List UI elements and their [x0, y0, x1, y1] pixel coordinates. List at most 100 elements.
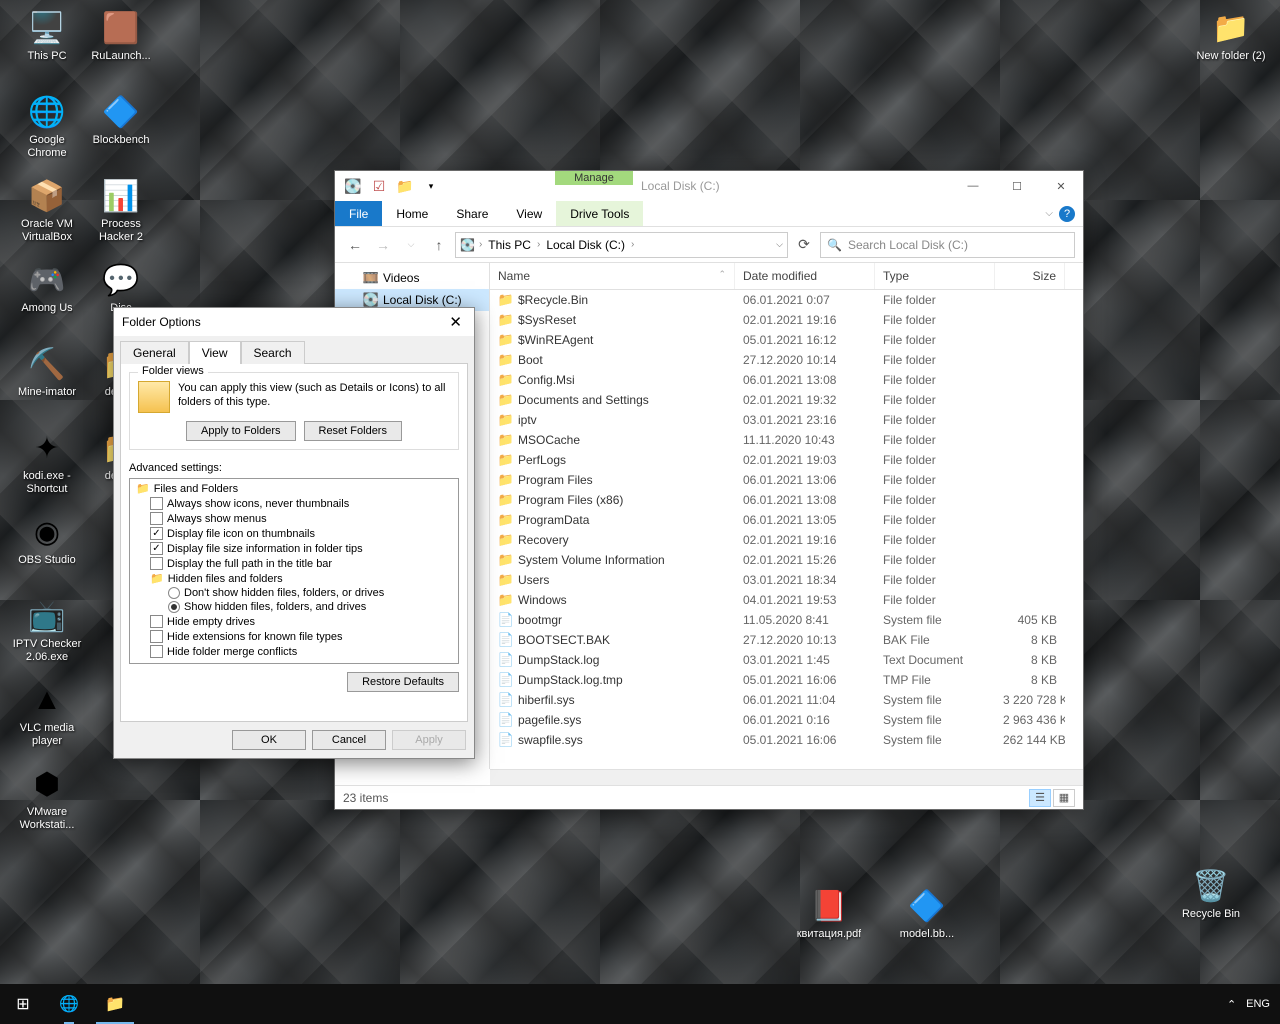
tree-item[interactable]: ✓Display file icon on thumbnails — [132, 526, 456, 541]
chevron-right-icon[interactable]: › — [537, 239, 540, 250]
file-row[interactable]: 📄bootmgr 11.05.2020 8:41 System file 405… — [490, 610, 1083, 630]
recycle-bin[interactable]: 🗑️ Recycle Bin — [1176, 860, 1246, 940]
checkbox[interactable] — [150, 497, 163, 510]
checkbox[interactable] — [150, 512, 163, 525]
file-row[interactable]: 📁Documents and Settings 02.01.2021 19:32… — [490, 390, 1083, 410]
file-row[interactable]: 📄DumpStack.log 03.01.2021 1:45 Text Docu… — [490, 650, 1083, 670]
desktop-icon[interactable]: 📦Oracle VM VirtualBox — [12, 170, 82, 250]
file-row[interactable]: 📄pagefile.sys 06.01.2021 0:16 System fil… — [490, 710, 1083, 730]
file-row[interactable]: 📄hiberfil.sys 06.01.2021 11:04 System fi… — [490, 690, 1083, 710]
nav-videos[interactable]: 🎞️Videos — [335, 267, 489, 289]
apply-button[interactable]: Apply — [392, 730, 466, 750]
close-icon[interactable]: ✕ — [445, 313, 466, 331]
checkbox[interactable] — [150, 645, 163, 658]
refresh-button[interactable]: ⟳ — [792, 233, 816, 257]
properties-icon[interactable]: ☑ — [369, 176, 389, 196]
qat-dropdown-icon[interactable]: ▾ — [421, 176, 441, 196]
checkbox[interactable]: ✓ — [150, 527, 163, 540]
col-type[interactable]: Type — [875, 263, 995, 289]
desktop-icon[interactable]: 📕квитация.pdf — [794, 880, 864, 960]
file-row[interactable]: 📄DumpStack.log.tmp 05.01.2021 16:06 TMP … — [490, 670, 1083, 690]
tree-item[interactable]: ✓Display file size information in folder… — [132, 541, 456, 556]
help-icon[interactable]: ? — [1059, 206, 1075, 222]
file-row[interactable]: 📁$SysReset 02.01.2021 19:16 File folder — [490, 310, 1083, 330]
tree-item[interactable]: Display the full path in the title bar — [132, 556, 456, 571]
explorer-titlebar[interactable]: 💽 ☑ 📁 ▾ Local Disk (C:) ― ☐ ✕ — [335, 171, 1083, 201]
checkbox[interactable] — [150, 557, 163, 570]
language-indicator[interactable]: ENG — [1246, 998, 1270, 1010]
tree-item[interactable]: 📁Hidden files and folders — [132, 571, 456, 586]
icons-view-button[interactable]: ▦ — [1053, 789, 1075, 807]
tree-item[interactable]: Don't show hidden files, folders, or dri… — [132, 586, 456, 600]
address-dropdown-icon[interactable]: ⌵ — [776, 239, 783, 250]
apply-to-folders-button[interactable]: Apply to Folders — [186, 421, 295, 441]
file-row[interactable]: 📁System Volume Information 02.01.2021 15… — [490, 550, 1083, 570]
checkbox[interactable]: ✓ — [150, 542, 163, 555]
desktop-icon[interactable]: ▲VLC media player — [12, 674, 82, 754]
details-view-button[interactable]: ☰ — [1029, 789, 1051, 807]
file-row[interactable]: 📁Program Files 06.01.2021 13:06 File fol… — [490, 470, 1083, 490]
tree-item[interactable]: Show hidden files, folders, and drives — [132, 600, 456, 614]
search-input[interactable]: 🔍 Search Local Disk (C:) — [820, 232, 1075, 258]
desktop-icon[interactable]: ◉OBS Studio — [12, 506, 82, 586]
minimize-button[interactable]: ― — [951, 171, 995, 201]
file-list[interactable]: Name ⌃ Date modified Type Size 📁$Recycle… — [490, 263, 1083, 769]
tab-file[interactable]: File — [335, 201, 382, 226]
file-row[interactable]: 📁Users 03.01.2021 18:34 File folder — [490, 570, 1083, 590]
col-date[interactable]: Date modified — [735, 263, 875, 289]
ok-button[interactable]: OK — [232, 730, 306, 750]
taskbar-explorer[interactable]: 📁 — [92, 984, 138, 1024]
breadcrumb-drive[interactable]: Local Disk (C:) — [544, 238, 627, 252]
desktop-icon[interactable]: 🎮Among Us — [12, 254, 82, 334]
file-row[interactable]: 📁$WinREAgent 05.01.2021 16:12 File folde… — [490, 330, 1083, 350]
tab-home[interactable]: Home — [382, 201, 442, 226]
address-bar[interactable]: 💽 › This PC › Local Disk (C:) › ⌵ — [455, 232, 788, 258]
tab-view[interactable]: View — [502, 201, 556, 226]
close-button[interactable]: ✕ — [1039, 171, 1083, 201]
horizontal-scrollbar[interactable] — [490, 769, 1083, 785]
file-row[interactable]: 📄swapfile.sys 05.01.2021 16:06 System fi… — [490, 730, 1083, 750]
cancel-button[interactable]: Cancel — [312, 730, 386, 750]
dialog-titlebar[interactable]: Folder Options ✕ — [114, 308, 474, 336]
forward-button[interactable]: → — [371, 233, 395, 257]
file-row[interactable]: 📁PerfLogs 02.01.2021 19:03 File folder — [490, 450, 1083, 470]
tree-item[interactable]: Hide folder merge conflicts — [132, 644, 456, 659]
file-row[interactable]: 📁Program Files (x86) 06.01.2021 13:08 Fi… — [490, 490, 1083, 510]
desktop-icon[interactable]: 📁New folder (2) — [1196, 2, 1266, 82]
chevron-right-icon[interactable]: › — [631, 239, 634, 250]
desktop-icon[interactable]: 📺IPTV Checker 2.06.exe — [12, 590, 82, 670]
file-row[interactable]: 📁iptv 03.01.2021 23:16 File folder — [490, 410, 1083, 430]
desktop-icon[interactable]: ⬢VMware Workstati... — [12, 758, 82, 838]
tab-general[interactable]: General — [120, 341, 189, 364]
ribbon-collapse-icon[interactable]: ⌵ — [1045, 208, 1053, 219]
tab-view[interactable]: View — [189, 341, 241, 364]
advanced-settings-tree[interactable]: 📁Files and FoldersAlways show icons, nev… — [129, 478, 459, 664]
file-row[interactable]: 📁Config.Msi 06.01.2021 13:08 File folder — [490, 370, 1083, 390]
file-row[interactable]: 📁Recovery 02.01.2021 19:16 File folder — [490, 530, 1083, 550]
tree-item[interactable]: Always show menus — [132, 511, 456, 526]
col-name[interactable]: Name ⌃ — [490, 263, 735, 289]
taskbar[interactable]: ⊞ 🌐 📁 ⌃ ENG — [0, 984, 1280, 1024]
desktop-icon[interactable]: 🟫RuLaunch... — [86, 2, 156, 82]
recent-dropdown[interactable]: ⌵ — [399, 233, 423, 257]
desktop-icon[interactable]: 📊Process Hacker 2 — [86, 170, 156, 250]
checkbox[interactable] — [150, 615, 163, 628]
breadcrumb-this-pc[interactable]: This PC — [486, 238, 533, 252]
tray-chevron-icon[interactable]: ⌃ — [1227, 998, 1236, 1011]
up-button[interactable]: ↑ — [427, 233, 451, 257]
tree-item[interactable]: Hide extensions for known file types — [132, 629, 456, 644]
taskbar-chrome[interactable]: 🌐 — [46, 984, 92, 1024]
reset-folders-button[interactable]: Reset Folders — [304, 421, 402, 441]
col-size[interactable]: Size — [995, 263, 1065, 289]
file-row[interactable]: 📁MSOCache 11.11.2020 10:43 File folder — [490, 430, 1083, 450]
file-row[interactable]: 📁Boot 27.12.2020 10:14 File folder — [490, 350, 1083, 370]
restore-defaults-button[interactable]: Restore Defaults — [347, 672, 459, 692]
tab-search[interactable]: Search — [241, 341, 305, 364]
desktop-icon[interactable]: ⛏️Mine-imator — [12, 338, 82, 418]
file-row[interactable]: 📄BOOTSECT.BAK 27.12.2020 10:13 BAK File … — [490, 630, 1083, 650]
desktop-icon[interactable]: 🌐Google Chrome — [12, 86, 82, 166]
tab-drive-tools[interactable]: Drive Tools — [556, 201, 643, 226]
chevron-right-icon[interactable]: › — [479, 239, 482, 250]
maximize-button[interactable]: ☐ — [995, 171, 1039, 201]
desktop-icon[interactable]: ✦kodi.exe - Shortcut — [12, 422, 82, 502]
